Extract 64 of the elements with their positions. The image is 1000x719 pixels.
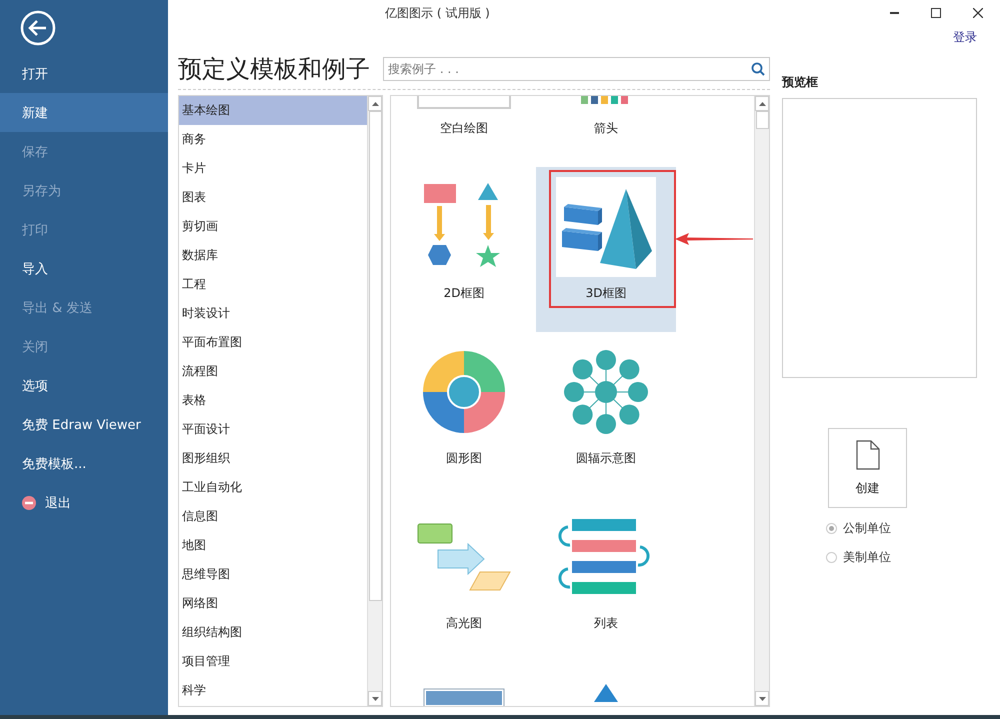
category-item[interactable]: 科学 [179,676,367,705]
category-item[interactable]: 网络图 [179,589,367,618]
close-icon[interactable] [973,8,983,18]
up-arrow-icon [372,102,378,106]
template-tile[interactable]: 圆辐示意图 [536,332,676,497]
document-icon [856,440,880,470]
template-tile[interactable]: 高光图 [394,497,534,662]
scroll-thumb[interactable] [756,111,768,129]
unit-radio[interactable]: 公制单位 [826,520,977,537]
template-tile[interactable]: 圆形图 [394,332,534,497]
sidebar-item[interactable]: 免费模板... [0,444,168,483]
template-tile[interactable]: 列表 [536,497,676,662]
category-item[interactable]: 剪切画 [179,212,367,241]
category-item[interactable]: 地图 [179,531,367,560]
template-tile[interactable]: 3D框图 [536,167,676,332]
scroll-down-button[interactable] [368,691,382,706]
category-item[interactable]: 基本绘图 [179,96,367,125]
unit-radio[interactable]: 美制单位 [826,549,977,566]
sidebar-item[interactable]: 新建 [0,93,168,132]
category-item[interactable]: 组织结构图 [179,618,367,647]
scroll-thumb[interactable] [368,111,382,601]
scroll-up-button[interactable] [368,96,382,111]
scrollbar[interactable] [754,96,769,706]
up-arrow-icon [758,102,766,106]
category-item[interactable]: 图形组织 [179,444,367,473]
sidebar-item[interactable]: 打开 [0,54,168,93]
search-field[interactable]: 搜索例子 . . . [383,57,770,81]
window-title: 亿图图示 ( 试用版 ) [385,4,490,22]
page-heading: 预定义模板和例子 [178,54,371,85]
sidebar-item[interactable]: 免费 Edraw Viewer [0,405,168,444]
category-item[interactable]: 图表 [179,183,367,212]
template-tile[interactable]: 2D框图 [394,167,534,332]
category-item[interactable]: 时装设计 [179,299,367,328]
back-button[interactable] [20,10,56,46]
category-item[interactable]: 项目管理 [179,647,367,676]
create-button[interactable]: 创建 [828,428,907,508]
category-item[interactable]: 卡片 [179,154,367,183]
triangle-drawing [593,684,619,702]
category-item[interactable]: 信息图 [179,502,367,531]
down-arrow-icon [372,696,378,700]
category-item[interactable]: 工程 [179,270,367,299]
sidebar-item[interactable]: 退出 [0,483,168,522]
category-item[interactable]: 流程图 [179,357,367,386]
scroll-down-button[interactable] [755,691,769,706]
category-item[interactable]: 数据库 [179,241,367,270]
search-icon[interactable] [751,62,765,76]
scrollbar[interactable] [367,96,382,706]
category-item[interactable]: 商务 [179,125,367,154]
category-item[interactable]: 平面布置图 [179,328,367,357]
category-item[interactable]: 思维导图 [179,560,367,589]
preview-label: 预览框 [782,74,819,91]
category-item[interactable]: 平面设计 [179,415,367,444]
template-tile[interactable]: 箭头 [536,96,676,167]
login-link[interactable]: 登录 [953,29,977,46]
down-arrow-icon [758,696,766,700]
sidebar-item[interactable]: 导入 [0,249,168,288]
exit-icon [22,496,36,510]
maximize-icon[interactable] [931,8,941,18]
template-tile[interactable]: 空白绘图 [394,96,534,167]
minimize-icon[interactable] [890,12,898,14]
category-item[interactable]: 工业自动化 [179,473,367,502]
scroll-up-button[interactable] [755,96,769,111]
category-item[interactable]: 表格 [179,386,367,415]
sidebar-item[interactable]: 选项 [0,366,168,405]
